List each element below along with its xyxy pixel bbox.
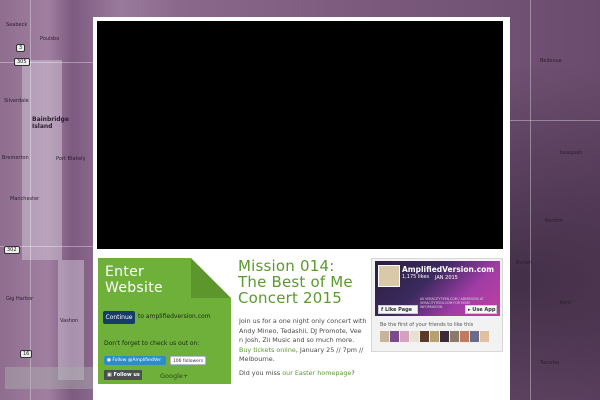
facebook-page-widget: AmplifiedVersion.com 1,175 likes JAN 201… — [371, 258, 503, 352]
use-app-button[interactable]: ▸ Use App — [465, 305, 497, 314]
avatar[interactable] — [470, 331, 479, 342]
continue-button[interactable]: Continue — [103, 311, 135, 324]
avatar[interactable] — [400, 331, 409, 342]
highway-shield-icon: 3 — [16, 44, 26, 52]
map-road — [530, 0, 531, 400]
buy-tickets-link[interactable]: Buy tickets online — [239, 346, 296, 354]
map-label: Gig Harbor — [6, 296, 34, 302]
app-icon: ▸ — [468, 307, 471, 313]
facebook-like-count: 1,175 likes — [402, 274, 430, 280]
continue-destination-text: to amplifiedversion.com — [138, 313, 211, 320]
map-label: Bellevue — [540, 58, 562, 64]
avatar[interactable] — [450, 331, 459, 342]
google-plus-link[interactable]: Google+ — [160, 372, 188, 380]
friend-avatars — [380, 331, 489, 342]
highway-shield-icon: 16 — [20, 350, 33, 358]
map-label: Kent — [560, 300, 572, 306]
cover-date-text: JAN 2015 — [435, 275, 458, 281]
avatar[interactable] — [390, 331, 399, 342]
highway-shield-icon: 302 — [4, 246, 20, 254]
map-label: Renton — [545, 218, 563, 224]
easter-note-suffix: ? — [351, 369, 355, 377]
event-description-text: Join us for a one night only concert wit… — [239, 317, 367, 345]
like-page-button[interactable]: f Like Page — [378, 305, 418, 314]
map-road — [510, 120, 600, 121]
map-label: Tacoma — [540, 360, 560, 366]
twitter-follower-count: 106 followers — [170, 356, 206, 365]
twitter-follow-button[interactable]: ● Follow @AmplifiedVer — [104, 356, 166, 365]
facebook-f-icon: f — [381, 307, 384, 313]
instagram-icon: ▣ — [107, 372, 112, 378]
easter-note-prefix: Did you miss — [239, 369, 283, 377]
enter-website-heading: Enter Website — [105, 264, 163, 296]
map-label: Poulsbo — [40, 36, 60, 42]
twitter-follow-label: Follow @AmplifiedVer — [112, 358, 162, 363]
follow-us-button[interactable]: ▣ Follow us — [104, 370, 142, 380]
avatar[interactable] — [460, 331, 469, 342]
twitter-bird-icon: ● — [107, 358, 111, 363]
avatar[interactable] — [480, 331, 489, 342]
avatar[interactable] — [410, 331, 419, 342]
event-title: Mission 014: The Best of Me Concert 2015 — [238, 257, 353, 307]
facebook-page-name[interactable]: AmplifiedVersion.com — [402, 265, 494, 274]
map-label: Silverdale — [4, 98, 29, 104]
use-app-label: Use App — [472, 307, 496, 313]
map-label: Bremerton — [2, 155, 29, 161]
highway-shield-icon: 305 — [14, 58, 30, 66]
avatar[interactable] — [440, 331, 449, 342]
like-page-label: Like Page — [384, 307, 413, 313]
facebook-cover-image[interactable]: AmplifiedVersion.com 1,175 likes JAN 201… — [375, 261, 500, 316]
social-prompt-text: Don't forget to check us out on: — [104, 340, 200, 347]
easter-homepage-link[interactable]: our Easter homepage — [282, 369, 351, 377]
avatar[interactable] — [380, 331, 389, 342]
enter-website-panel: Enter Website Continue to amplifiedversi… — [98, 258, 231, 384]
map-label: Port Blakely — [56, 156, 86, 162]
avatar[interactable] — [420, 331, 429, 342]
map-label: Vashon — [60, 318, 79, 324]
page-corner-fold — [191, 258, 231, 298]
friends-like-text: Be the first of your friends to like thi… — [380, 322, 474, 328]
map-label: Seabeck — [6, 22, 28, 28]
map-label: Burien — [516, 260, 533, 266]
page-logo[interactable] — [378, 265, 400, 287]
map-label: Bainbridge Island — [32, 116, 69, 130]
easter-homepage-note: Did you miss our Easter homepage? — [239, 369, 367, 377]
map-label: Issaquah — [560, 150, 583, 156]
map-overlay-strip — [5, 367, 93, 389]
video-player[interactable] — [97, 21, 503, 249]
avatar[interactable] — [430, 331, 439, 342]
map-label: Manchester — [10, 196, 40, 202]
event-description: Join us for a one night only concert wit… — [239, 317, 367, 365]
follow-us-label: Follow us — [113, 372, 140, 378]
